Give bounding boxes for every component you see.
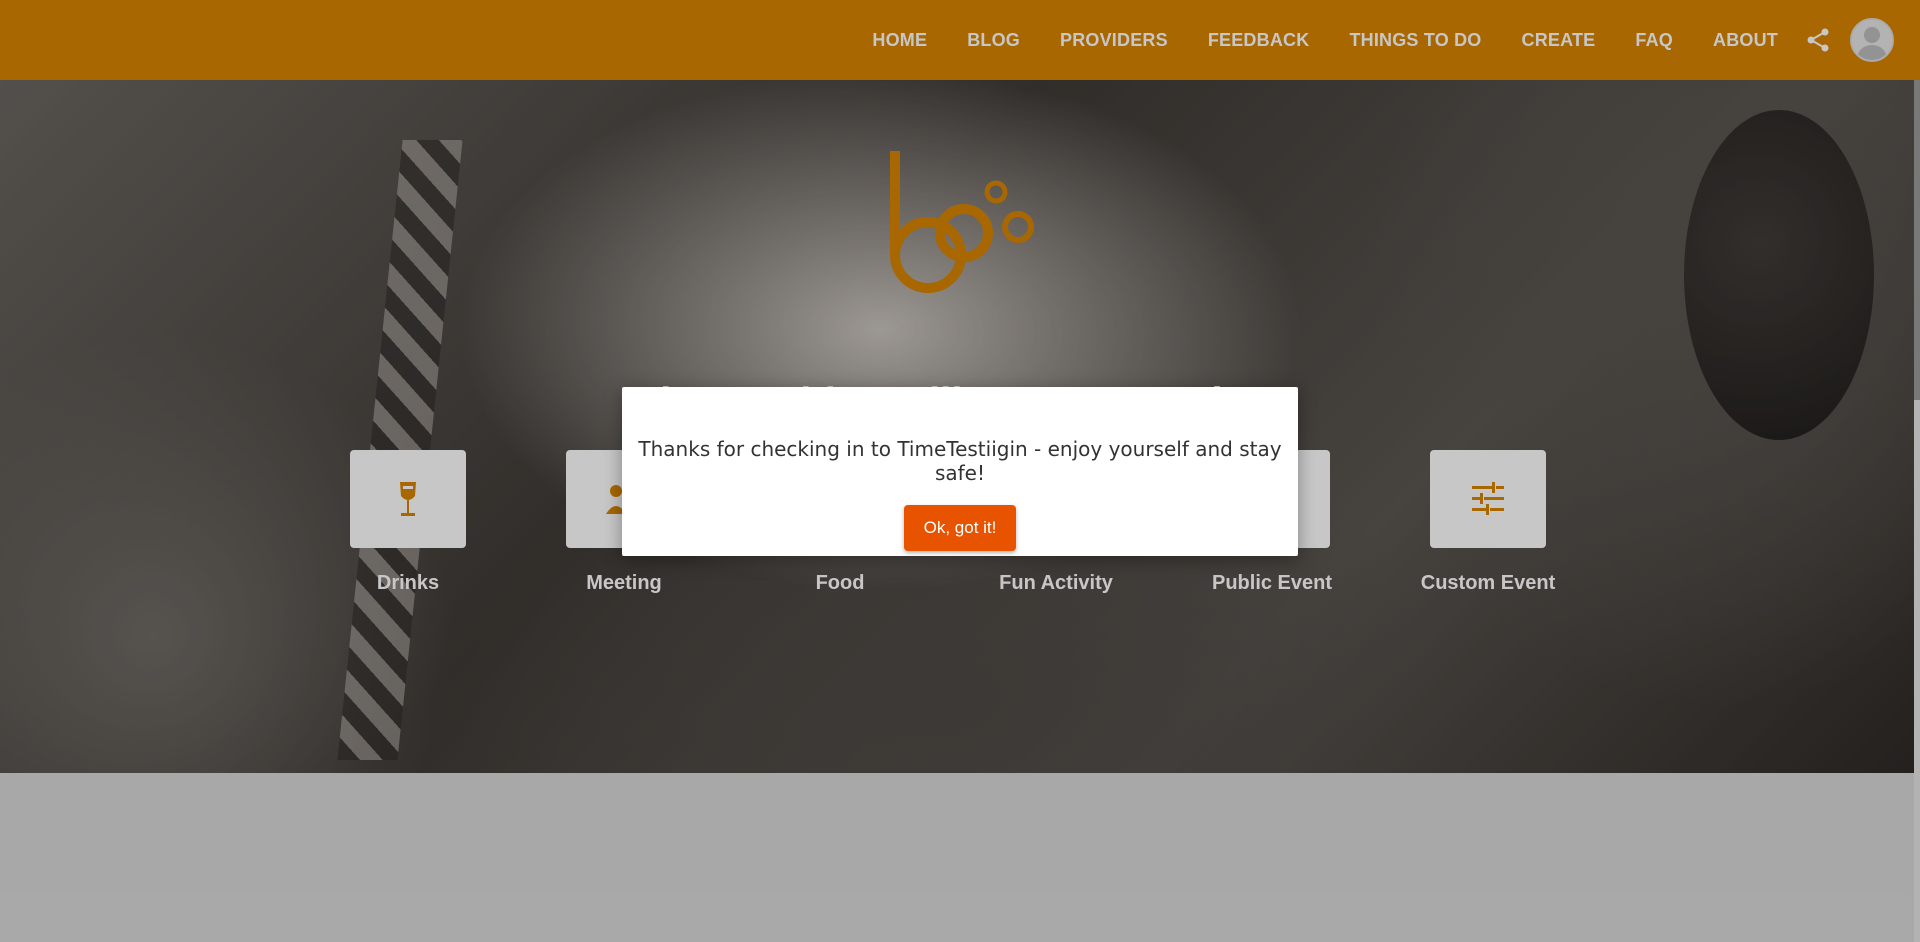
check-in-dialog: Thanks for checking in to TimeTestiigin … xyxy=(622,387,1298,556)
ok-got-it-button[interactable]: Ok, got it! xyxy=(903,505,1017,551)
dialog-message: Thanks for checking in to TimeTestiigin … xyxy=(638,437,1282,485)
